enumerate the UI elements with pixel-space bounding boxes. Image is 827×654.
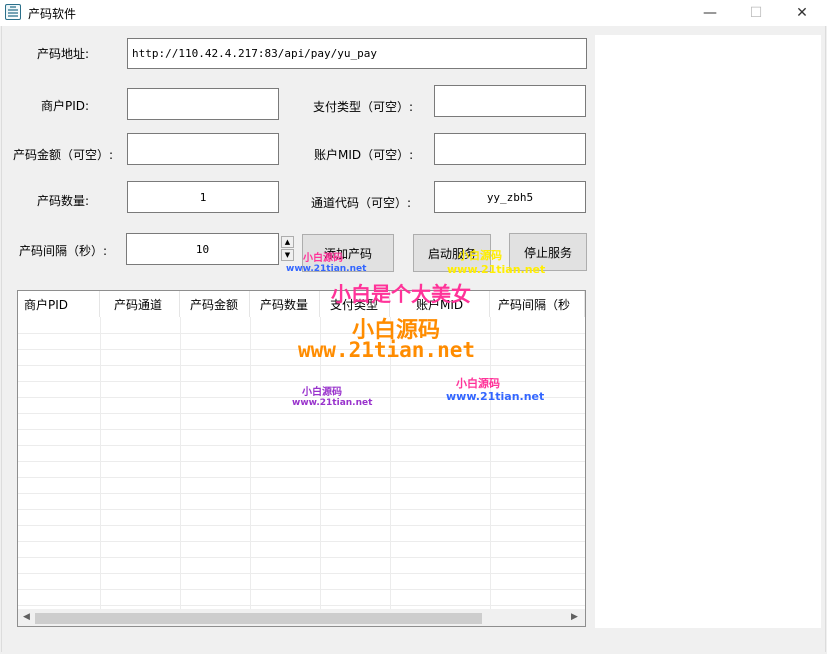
- paytype-label: 支付类型（可空）:: [313, 100, 414, 114]
- column-header[interactable]: 账户MID: [390, 291, 490, 317]
- mid-label: 账户MID（可空）:: [314, 148, 414, 162]
- close-button[interactable]: ✕: [779, 0, 825, 26]
- interval-label: 产码间隔（秒）:: [19, 244, 108, 258]
- maximize-icon: ☐: [749, 5, 763, 21]
- app-icon: [5, 4, 21, 20]
- scroll-right-icon[interactable]: ▶: [571, 612, 578, 622]
- amount-field[interactable]: [127, 133, 279, 165]
- data-grid[interactable]: 商户PID 产码通道 产码金额 产码数量 支付类型 账户MID 产码间隔（秒 ◀…: [17, 290, 586, 627]
- channel-label: 通道代码（可空）:: [311, 196, 412, 210]
- count-label: 产码数量:: [37, 194, 90, 208]
- column-header[interactable]: 支付类型: [320, 291, 390, 317]
- spin-down-button[interactable]: ▼: [281, 249, 294, 261]
- interval-field[interactable]: 10: [126, 233, 279, 265]
- column-header[interactable]: 产码金额: [180, 291, 250, 317]
- url-label: 产码地址:: [37, 47, 90, 61]
- start-service-button[interactable]: 启动服务: [413, 234, 491, 272]
- count-field[interactable]: 1: [127, 181, 279, 213]
- start-button-label: 启动服务: [427, 246, 476, 261]
- window-title: 产码软件: [28, 7, 77, 21]
- column-header[interactable]: 产码数量: [250, 291, 320, 317]
- right-panel: [595, 35, 821, 628]
- column-header[interactable]: 产码通道: [100, 291, 180, 317]
- column-header[interactable]: 商户PID: [18, 291, 100, 317]
- scroll-left-icon[interactable]: ◀: [23, 612, 30, 622]
- column-header[interactable]: 产码间隔（秒: [490, 291, 585, 317]
- close-icon: ✕: [796, 5, 808, 21]
- minimize-icon: —: [703, 5, 717, 21]
- horizontal-scrollbar[interactable]: ◀ ▶: [18, 609, 585, 626]
- title-bar[interactable]: 产码软件 — ☐ ✕: [0, 0, 827, 26]
- minimize-button[interactable]: —: [687, 0, 733, 26]
- add-button-label: 添加产码: [323, 246, 372, 261]
- add-button[interactable]: 添加产码: [302, 234, 394, 272]
- channel-field[interactable]: yy_zbh5: [434, 181, 586, 213]
- stop-button-label: 停止服务: [523, 245, 572, 260]
- pid-field[interactable]: [127, 88, 279, 120]
- stop-service-button[interactable]: 停止服务: [509, 233, 587, 271]
- scrollbar-thumb[interactable]: [35, 613, 482, 624]
- pid-label: 商户PID:: [41, 99, 90, 113]
- maximize-button[interactable]: ☐: [733, 0, 779, 26]
- spin-up-icon: ▲: [284, 238, 291, 246]
- spin-down-icon: ▼: [284, 251, 291, 259]
- paytype-field[interactable]: [434, 85, 586, 117]
- mid-field[interactable]: [434, 133, 586, 165]
- grid-cells: [18, 317, 585, 609]
- amount-label: 产码金额（可空）:: [13, 148, 114, 162]
- grid-header: 商户PID 产码通道 产码金额 产码数量 支付类型 账户MID 产码间隔（秒: [18, 291, 585, 317]
- spin-up-button[interactable]: ▲: [281, 236, 294, 248]
- url-field[interactable]: http://110.42.4.217:83/api/pay/yu_pay: [127, 38, 587, 69]
